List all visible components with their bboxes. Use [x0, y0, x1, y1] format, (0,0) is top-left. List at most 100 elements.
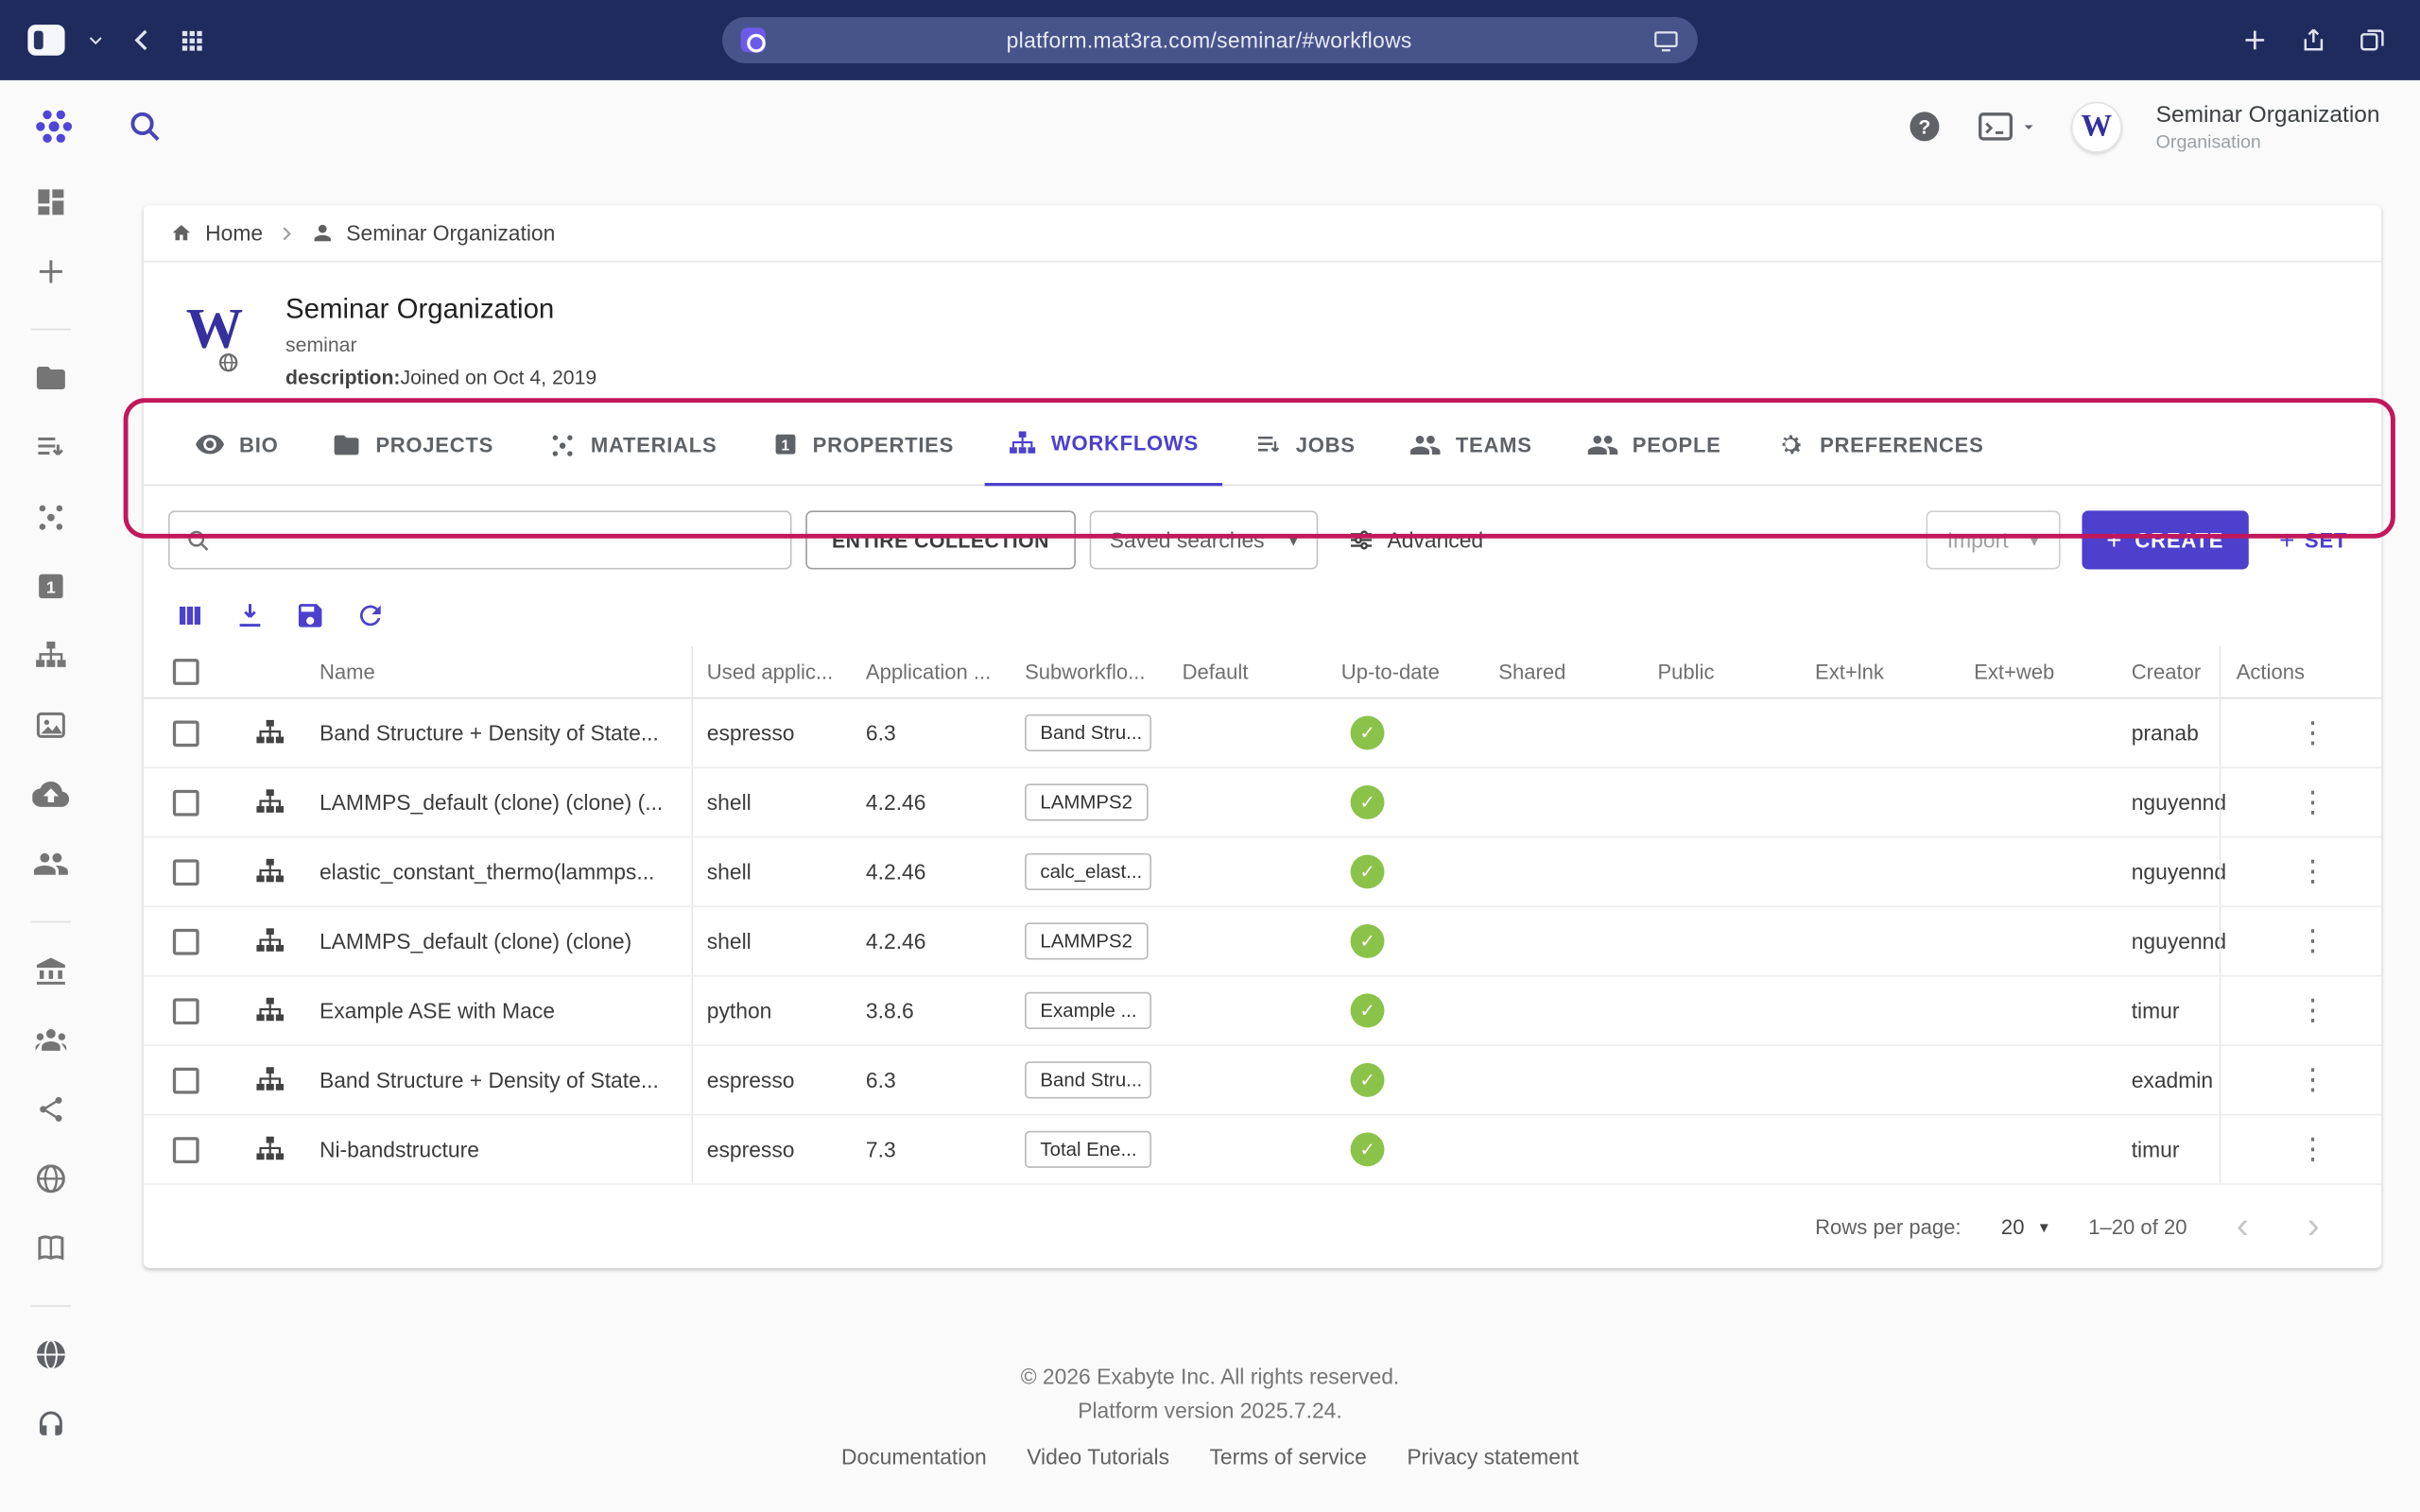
row-checkbox[interactable] — [173, 1067, 199, 1093]
add-icon[interactable] — [32, 253, 69, 290]
select-all-checkbox[interactable] — [173, 659, 199, 685]
docs-icon[interactable] — [32, 1229, 69, 1266]
search-icon[interactable] — [127, 108, 164, 145]
column-header-default[interactable]: Default — [1168, 646, 1327, 697]
apps-grid-icon[interactable] — [179, 27, 205, 54]
cloud-upload-icon[interactable] — [32, 776, 69, 813]
footer-link-privacy[interactable]: Privacy statement — [1407, 1444, 1579, 1469]
subworkflow-chip[interactable]: Band Stru... — [1025, 1061, 1151, 1098]
share-icon[interactable] — [32, 1091, 69, 1127]
projects-folder-icon[interactable] — [32, 359, 69, 396]
table-row[interactable]: LAMMPS_default (clone) (clone) shell 4.2… — [144, 907, 2381, 976]
jobs-icon[interactable] — [32, 429, 69, 466]
column-header-shared[interactable]: Shared — [1485, 646, 1644, 697]
row-checkbox[interactable] — [173, 998, 199, 1024]
properties-icon[interactable]: 1 — [32, 568, 69, 605]
tab-materials[interactable]: MATERIALS — [525, 404, 740, 485]
share-icon[interactable] — [2300, 26, 2327, 54]
tabs-overview-icon[interactable] — [2359, 26, 2386, 54]
workflow-name[interactable]: LAMMPS_default (clone) (clone) (... — [320, 790, 663, 815]
tab-preferences[interactable]: PREFERENCES — [1752, 404, 2007, 485]
import-button[interactable]: Import ▾ — [1926, 510, 2060, 569]
rows-per-page-select[interactable]: 20 ▾ — [2001, 1215, 2048, 1238]
create-button[interactable]: + CREATE — [2082, 510, 2248, 569]
row-checkbox[interactable] — [173, 928, 199, 954]
row-checkbox[interactable] — [173, 720, 199, 747]
previous-page-button[interactable]: ‹ — [2227, 1208, 2258, 1245]
column-header-creator[interactable]: Creator — [2118, 646, 2220, 697]
tab-jobs[interactable]: JOBS — [1230, 404, 1379, 485]
avatar[interactable]: W — [2071, 101, 2122, 152]
save-icon[interactable] — [295, 600, 326, 631]
refresh-icon[interactable] — [355, 600, 387, 631]
table-row[interactable]: Ni-bandstructure espresso 7.3 Total Ene.… — [144, 1115, 2381, 1184]
row-actions-menu[interactable]: ⋮ — [2291, 993, 2333, 1029]
display-icon[interactable] — [1653, 28, 1680, 51]
download-icon[interactable] — [234, 600, 266, 631]
breadcrumb-home[interactable]: Home — [168, 220, 263, 247]
browser-sidebar-icon[interactable] — [27, 25, 64, 56]
entire-collection-button[interactable]: ENTIRE COLLECTION — [805, 510, 1076, 569]
column-header-ext-web[interactable]: Ext+web — [1960, 646, 2118, 697]
table-row[interactable]: Band Structure + Density of State... esp… — [144, 699, 2381, 768]
row-checkbox[interactable] — [173, 1136, 199, 1162]
footer-link-video-tutorials[interactable]: Video Tutorials — [1027, 1444, 1169, 1469]
column-header-application-version[interactable]: Application ... — [852, 646, 1011, 697]
mat3ra-logo[interactable] — [31, 103, 78, 149]
row-actions-menu[interactable]: ⋮ — [2291, 923, 2333, 959]
search-field[interactable] — [168, 510, 792, 569]
workflow-name[interactable]: Band Structure + Density of State... — [320, 1068, 659, 1092]
column-header-used-application[interactable]: Used applic... — [693, 646, 852, 697]
subworkflow-chip[interactable]: Example ... — [1025, 992, 1151, 1029]
subworkflow-chip[interactable]: Total Ene... — [1025, 1131, 1151, 1168]
dashboard-icon[interactable] — [32, 183, 69, 220]
tab-bio[interactable]: BIO — [171, 404, 302, 485]
team-icon[interactable] — [32, 846, 69, 883]
subworkflow-chip[interactable]: calc_elast... — [1025, 853, 1151, 890]
subworkflow-chip[interactable]: LAMMPS2 — [1025, 922, 1148, 959]
groups-icon[interactable] — [32, 1022, 69, 1058]
workflow-name[interactable]: Ni-bandstructure — [320, 1137, 479, 1161]
row-checkbox[interactable] — [173, 859, 199, 885]
saved-searches-select[interactable]: Saved searches ▾ — [1089, 510, 1318, 569]
tab-workflows[interactable]: WORKFLOWS — [985, 404, 1222, 487]
row-actions-menu[interactable]: ⋮ — [2291, 784, 2333, 820]
workflow-name[interactable]: Example ASE with Mace — [320, 998, 555, 1022]
column-header-up-to-date[interactable]: Up-to-date — [1327, 646, 1485, 697]
tab-projects[interactable]: PROJECTS — [309, 404, 516, 485]
row-actions-menu[interactable]: ⋮ — [2291, 854, 2333, 890]
tab-people[interactable]: PEOPLE — [1563, 404, 1744, 485]
help-icon[interactable]: ? — [1906, 108, 1943, 145]
advanced-filter-button[interactable]: Advanced — [1332, 526, 1499, 554]
table-row[interactable]: Band Structure + Density of State... esp… — [144, 1046, 2381, 1115]
workflow-name[interactable]: elastic_constant_thermo(lammps... — [320, 859, 654, 884]
footer-link-documentation[interactable]: Documentation — [841, 1444, 987, 1469]
new-tab-icon[interactable] — [2241, 26, 2269, 54]
table-row[interactable]: elastic_constant_thermo(lammps... shell … — [144, 838, 2381, 907]
console-menu[interactable] — [1977, 110, 2037, 144]
workflow-name[interactable]: Band Structure + Density of State... — [320, 720, 659, 745]
row-checkbox[interactable] — [173, 789, 199, 816]
column-header-public[interactable]: Public — [1644, 646, 1802, 697]
column-header-subworkflow[interactable]: Subworkflo... — [1011, 646, 1168, 697]
row-actions-menu[interactable]: ⋮ — [2291, 1132, 2333, 1168]
table-row[interactable]: LAMMPS_default (clone) (clone) (... shel… — [144, 768, 2381, 837]
workflow-name[interactable]: LAMMPS_default (clone) (clone) — [320, 929, 631, 954]
row-actions-menu[interactable]: ⋮ — [2291, 1062, 2333, 1098]
account-info[interactable]: Seminar Organization Organisation — [2156, 101, 2380, 152]
set-button[interactable]: + SET — [2270, 527, 2357, 554]
web-icon[interactable] — [32, 1160, 69, 1197]
row-actions-menu[interactable]: ⋮ — [2291, 715, 2333, 751]
search-input[interactable] — [224, 527, 775, 552]
chevron-down-icon[interactable] — [86, 31, 105, 50]
footer-link-terms[interactable]: Terms of service — [1209, 1444, 1366, 1469]
table-row[interactable]: Example ASE with Mace python 3.8.6 Examp… — [144, 976, 2381, 1045]
column-header-ext-lnk[interactable]: Ext+lnk — [1801, 646, 1960, 697]
workflows-icon[interactable] — [32, 637, 69, 674]
subworkflow-chip[interactable]: LAMMPS2 — [1025, 783, 1148, 820]
url-bar[interactable]: platform.mat3ra.com/seminar/#workflows — [722, 17, 1698, 63]
organization-icon[interactable] — [32, 952, 69, 988]
materials-icon[interactable] — [32, 498, 69, 535]
next-page-button[interactable]: › — [2298, 1208, 2329, 1245]
tab-teams[interactable]: TEAMS — [1386, 404, 1555, 485]
